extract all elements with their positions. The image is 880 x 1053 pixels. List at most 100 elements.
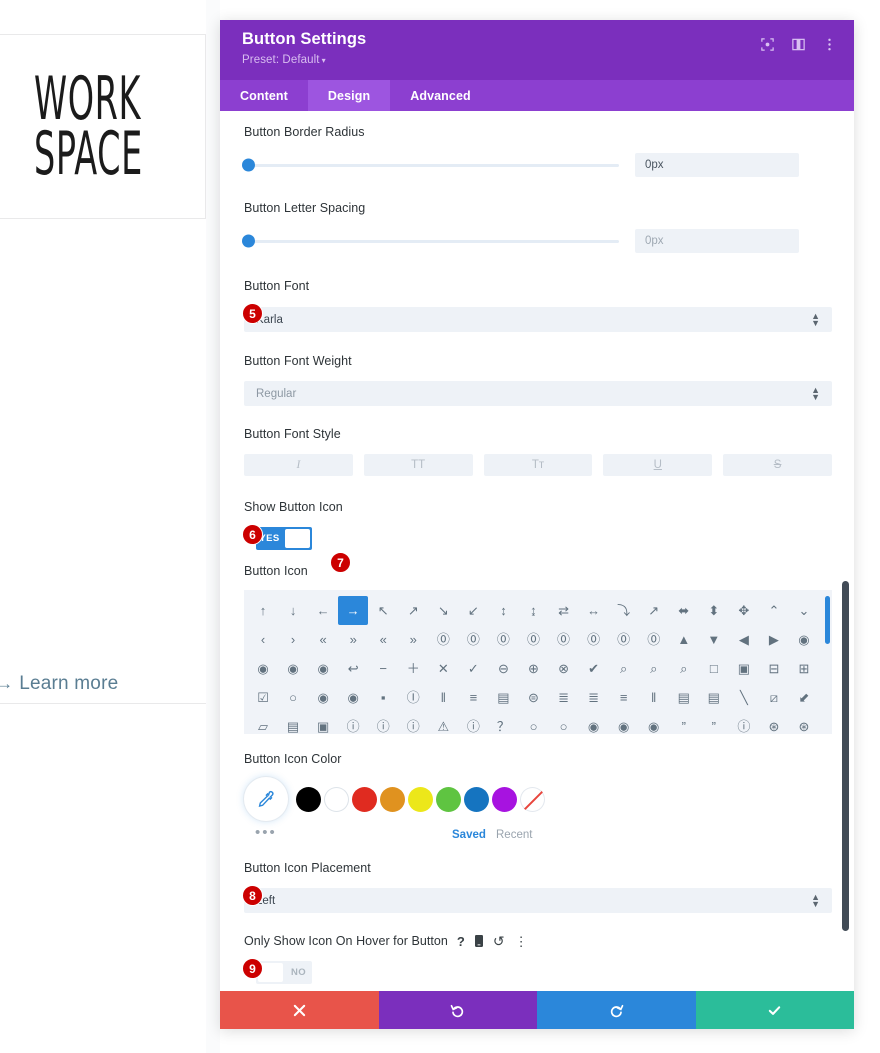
icon-cell[interactable]: ╲ xyxy=(729,683,759,712)
icon-cell[interactable]: ⓘ xyxy=(729,712,759,734)
icon-cell[interactable]: » xyxy=(338,625,368,654)
icon-cell[interactable]: ⊛ xyxy=(789,712,819,734)
icon-cell[interactable]: ≣ xyxy=(579,683,609,712)
icon-cell[interactable]: ◉ xyxy=(248,654,278,683)
icon-cell[interactable]: » xyxy=(398,625,428,654)
icon-cell[interactable]: ✓ xyxy=(458,654,488,683)
icon-cell[interactable]: ▤ xyxy=(699,683,729,712)
icon-cell[interactable]: ▲ xyxy=(669,625,699,654)
swatch-red[interactable] xyxy=(352,786,377,812)
small-caps-icon[interactable]: Tт xyxy=(483,454,593,476)
recent-colors-tab[interactable]: Recent xyxy=(496,829,532,841)
icon-cell[interactable]: ▤ xyxy=(278,712,308,734)
responsive-phone-icon[interactable] xyxy=(474,935,483,947)
icon-cell[interactable]: ↔ xyxy=(579,596,609,625)
icon-cell[interactable]: ⓪ xyxy=(518,625,548,654)
icon-cell[interactable]: ○ xyxy=(278,683,308,712)
icon-cell[interactable]: ⧄ xyxy=(759,683,789,712)
swatch-blue[interactable] xyxy=(464,786,489,812)
icon-cell[interactable]: ⓘ xyxy=(458,712,488,734)
button-font-weight-select[interactable]: Regular ▲ ▼ xyxy=(244,381,832,406)
saved-colors-tab[interactable]: Saved xyxy=(452,829,486,841)
icon-cell[interactable]: ◀ xyxy=(729,625,759,654)
icon-cell[interactable]: ⊜ xyxy=(518,683,548,712)
icon-cell[interactable]: ⌄ xyxy=(789,596,819,625)
icon-cell[interactable]: ▣ xyxy=(308,712,338,734)
tab-advanced[interactable]: Advanced xyxy=(390,80,491,111)
tab-content[interactable]: Content xyxy=(220,80,308,111)
swatch-white[interactable] xyxy=(324,786,349,812)
icon-cell[interactable]: ▣ xyxy=(729,654,759,683)
show-button-icon-toggle[interactable]: YES xyxy=(256,527,312,550)
strikethrough-icon[interactable]: S xyxy=(723,454,832,476)
focus-target-icon[interactable] xyxy=(759,36,776,53)
icon-cell[interactable]: « xyxy=(368,625,398,654)
icon-cell[interactable]: ” xyxy=(669,712,699,734)
icon-cell[interactable]: ⬋ xyxy=(789,683,819,712)
swatch-none[interactable] xyxy=(520,786,545,812)
icon-cell[interactable]: ▪ xyxy=(368,683,398,712)
icon-cell[interactable]: ” xyxy=(699,712,729,734)
save-button[interactable] xyxy=(695,991,854,1029)
eyedropper-icon[interactable] xyxy=(244,777,288,821)
icon-cell[interactable]: ⓘ xyxy=(368,712,398,734)
icon-cell[interactable]: ⓘ xyxy=(398,712,428,734)
preset-selector[interactable]: Preset: Default ▾ xyxy=(242,54,366,66)
icon-cell[interactable]: ⊕ xyxy=(518,654,548,683)
icon-cell[interactable]: ‹ xyxy=(248,625,278,654)
tab-design[interactable]: Design xyxy=(307,80,391,111)
swatch-purple[interactable] xyxy=(492,786,517,812)
icon-cell[interactable]: ⬍ xyxy=(699,596,729,625)
more-colors-icon[interactable]: ••• xyxy=(255,824,277,841)
icon-cell[interactable]: ⌕ xyxy=(669,654,699,683)
icon-cell[interactable]: ↖ xyxy=(368,596,398,625)
uppercase-icon[interactable]: TT xyxy=(363,454,473,476)
panel-scrollbar[interactable] xyxy=(842,581,849,931)
icon-cell[interactable]: ⤵ xyxy=(609,596,639,625)
button-icon-placement-select[interactable]: Left ▲ ▼ xyxy=(244,888,832,913)
icon-cell[interactable]: ▱ xyxy=(248,712,278,734)
icon-cell[interactable]: ‖ xyxy=(428,683,458,712)
cancel-button[interactable] xyxy=(220,991,379,1029)
icon-cell-selected[interactable]: → xyxy=(338,596,369,625)
icon-cell[interactable]: □ xyxy=(699,654,729,683)
icon-cell[interactable]: Ⓘ xyxy=(398,683,428,712)
icon-cell[interactable]: ◉ xyxy=(609,712,639,734)
icon-cell[interactable]: ↘ xyxy=(428,596,458,625)
icon-cell[interactable]: ✔ xyxy=(579,654,609,683)
icon-cell[interactable]: ⬌ xyxy=(669,596,699,625)
italic-icon[interactable]: I xyxy=(244,454,353,476)
icon-cell[interactable]: ↑ xyxy=(248,596,278,625)
icon-cell[interactable]: ⌕ xyxy=(639,654,669,683)
icon-cell[interactable]: ↩ xyxy=(338,654,368,683)
underline-icon[interactable]: U xyxy=(603,454,713,476)
icon-cell[interactable]: ✕ xyxy=(428,654,458,683)
swatch-green[interactable] xyxy=(436,786,461,812)
icon-cell[interactable]: ⓪ xyxy=(579,625,609,654)
swatch-black[interactable] xyxy=(296,786,321,812)
icon-cell[interactable]: ☑ xyxy=(248,683,278,712)
help-icon[interactable]: ? xyxy=(457,935,465,948)
icon-cell[interactable]: ⊞ xyxy=(789,654,819,683)
layout-columns-icon[interactable] xyxy=(790,36,807,53)
redo-button[interactable] xyxy=(537,991,696,1029)
icon-cell[interactable]: ⓘ xyxy=(338,712,368,734)
icon-cell[interactable]: ＋ xyxy=(398,654,428,683)
button-font-select[interactable]: Karla ▲ ▼ xyxy=(244,307,832,332)
border-radius-slider[interactable] xyxy=(242,158,619,172)
icon-cell[interactable]: ◉ xyxy=(308,654,338,683)
icon-cell[interactable]: − xyxy=(368,654,398,683)
icon-cell[interactable]: ↗ xyxy=(398,596,428,625)
icon-cell[interactable]: ？ xyxy=(488,712,518,734)
icon-cell[interactable]: ⌕ xyxy=(609,654,639,683)
icon-cell[interactable]: ◉ xyxy=(639,712,669,734)
icon-cell[interactable]: ◉ xyxy=(338,683,368,712)
icon-cell[interactable]: ⇄ xyxy=(549,596,579,625)
icon-cell[interactable]: ▤ xyxy=(488,683,518,712)
icon-cell[interactable]: ‖ xyxy=(639,683,669,712)
icon-cell[interactable]: ○ xyxy=(518,712,548,734)
icon-cell[interactable]: ⊖ xyxy=(488,654,518,683)
icon-picker-scrollbar[interactable] xyxy=(825,596,830,644)
icon-cell[interactable]: ▶ xyxy=(759,625,789,654)
icon-cell[interactable]: ⓪ xyxy=(549,625,579,654)
